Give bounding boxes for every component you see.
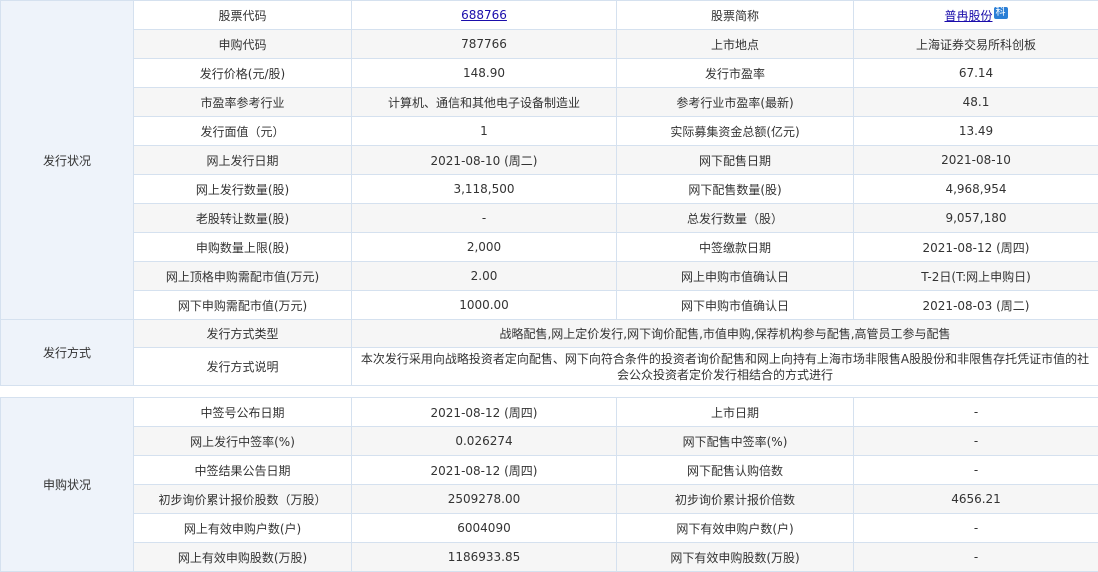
field-label: 网下配售日期 [616, 145, 854, 175]
stock-name-link[interactable]: 普冉股份 [944, 9, 992, 23]
field-value: 2509278.00 [351, 484, 617, 514]
field-value: 1 [351, 116, 617, 146]
field-label: 网下配售数量(股) [616, 174, 854, 204]
field-label: 发行市盈率 [616, 58, 854, 88]
field-label: 股票代码 [133, 0, 352, 30]
field-value: 9,057,180 [853, 203, 1098, 233]
field-label: 网上申购市值确认日 [616, 261, 854, 291]
field-label: 中签号公布日期 [133, 397, 352, 427]
field-value: 上海证券交易所科创板 [853, 29, 1098, 59]
field-value: 787766 [351, 29, 617, 59]
field-value: 0.026274 [351, 426, 617, 456]
field-label: 网上有效申购股数(万股) [133, 542, 352, 572]
field-value: 2021-08-10 (周二) [351, 145, 617, 175]
field-label: 参考行业市盈率(最新) [616, 87, 854, 117]
stock-name-cell: 普冉股份科 [853, 0, 1098, 30]
field-label: 网上有效申购户数(户) [133, 513, 352, 543]
field-value: 2,000 [351, 232, 617, 262]
field-label: 网上发行日期 [133, 145, 352, 175]
field-value: 1186933.85 [351, 542, 617, 572]
field-value: 2021-08-12 (周四) [853, 232, 1098, 262]
field-value: 148.90 [351, 58, 617, 88]
field-label: 网下有效申购股数(万股) [616, 542, 854, 572]
field-label: 网下申购需配市值(万元) [133, 290, 352, 320]
issue-table: 发行状况 股票代码 688766 股票简称 普冉股份科 申购代码 787766 … [0, 0, 1098, 386]
field-value: 1000.00 [351, 290, 617, 320]
field-value: 4656.21 [853, 484, 1098, 514]
field-label: 初步询价累计报价倍数 [616, 484, 854, 514]
field-value: 13.49 [853, 116, 1098, 146]
field-label: 发行价格(元/股) [133, 58, 352, 88]
stock-code-link[interactable]: 688766 [461, 8, 507, 22]
section-label-subscription: 申购状况 [0, 397, 134, 572]
field-value: 4,968,954 [853, 174, 1098, 204]
field-value: - [853, 513, 1098, 543]
field-label: 老股转让数量(股) [133, 203, 352, 233]
field-label: 网上顶格申购需配市值(万元) [133, 261, 352, 291]
field-label: 中签缴款日期 [616, 232, 854, 262]
field-value: - [853, 455, 1098, 485]
issue-method-type: 战略配售,网上定价发行,网下询价配售,市值申购,保荐机构参与配售,高管员工参与配… [351, 319, 1098, 348]
field-label: 初步询价累计报价股数（万股） [133, 484, 352, 514]
field-label: 申购代码 [133, 29, 352, 59]
field-label: 网下有效申购户数(户) [616, 513, 854, 543]
field-label: 市盈率参考行业 [133, 87, 352, 117]
field-value: - [853, 397, 1098, 427]
field-value: 2021-08-12 (周四) [351, 397, 617, 427]
field-label: 上市日期 [616, 397, 854, 427]
field-label: 申购数量上限(股) [133, 232, 352, 262]
field-label: 上市地点 [616, 29, 854, 59]
section-label-issue: 发行状况 [0, 0, 134, 320]
star-market-badge: 科 [993, 6, 1008, 19]
field-value: 48.1 [853, 87, 1098, 117]
field-label: 发行面值（元） [133, 116, 352, 146]
field-value: 67.14 [853, 58, 1098, 88]
subscription-table: 申购状况 中签号公布日期 2021-08-12 (周四) 上市日期 - 网上发行… [0, 397, 1098, 572]
field-value: 计算机、通信和其他电子设备制造业 [351, 87, 617, 117]
field-label: 股票简称 [616, 0, 854, 30]
stock-code-cell: 688766 [351, 0, 617, 30]
field-value: 2021-08-10 [853, 145, 1098, 175]
field-value: 2.00 [351, 261, 617, 291]
field-value: 6004090 [351, 513, 617, 543]
field-label: 发行方式说明 [133, 347, 352, 386]
field-label: 网下配售认购倍数 [616, 455, 854, 485]
field-label: 网上发行中签率(%) [133, 426, 352, 456]
section-label-method: 发行方式 [0, 319, 134, 386]
field-label: 网下申购市值确认日 [616, 290, 854, 320]
field-value: - [351, 203, 617, 233]
field-value: 3,118,500 [351, 174, 617, 204]
issue-method-description: 本次发行采用向战略投资者定向配售、网下向符合条件的投资者询价配售和网上向持有上海… [351, 347, 1098, 386]
field-label: 中签结果公告日期 [133, 455, 352, 485]
field-label: 网上发行数量(股) [133, 174, 352, 204]
field-value: - [853, 542, 1098, 572]
field-label: 发行方式类型 [133, 319, 352, 348]
field-label: 网下配售中签率(%) [616, 426, 854, 456]
field-value: 2021-08-12 (周四) [351, 455, 617, 485]
field-label: 实际募集资金总额(亿元) [616, 116, 854, 146]
field-value: T-2日(T:网上申购日) [853, 261, 1098, 291]
field-value: - [853, 426, 1098, 456]
field-value: 2021-08-03 (周二) [853, 290, 1098, 320]
field-label: 总发行数量（股） [616, 203, 854, 233]
